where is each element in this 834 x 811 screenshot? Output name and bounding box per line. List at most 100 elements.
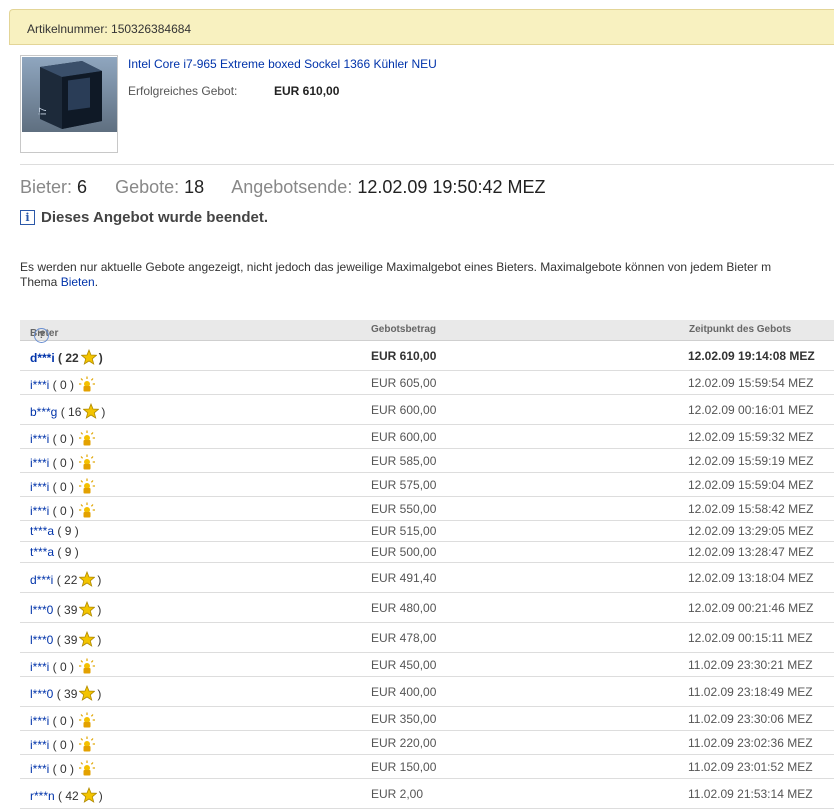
bidder-cell: i***i ( 0 ): [30, 454, 96, 470]
note-line-1: Es werden nur aktuelle Gebote angezeigt,…: [20, 260, 772, 274]
bid-row: i***i ( 0 ) EUR 350,00 11.02.09 23:30:06 M…: [20, 707, 834, 731]
feedback-score: ( 0 ): [49, 504, 75, 518]
star-icon[interactable]: [78, 630, 96, 647]
feedback-close: ): [97, 573, 102, 587]
bid-time: 11.02.09 21:53:14 MEZ: [688, 787, 813, 801]
bid-row: l***0 ( 39) EUR 478,00 12.02.09 00:15:11 M…: [20, 623, 834, 653]
bidder-cell: l***0 ( 39): [30, 630, 101, 647]
feedback-score: ( 39: [53, 603, 78, 617]
item-title-link[interactable]: Intel Core i7-965 Extreme boxed Sockel 1…: [128, 57, 437, 71]
bid-amount: EUR 220,00: [371, 736, 437, 750]
bid-time: 11.02.09 23:30:06 MEZ: [688, 712, 813, 726]
bidder-cell: b***g ( 16): [30, 402, 106, 419]
bid-row: t***a ( 9 ) EUR 515,00 12.02.09 13:29:05 M…: [20, 521, 834, 542]
bidder-name-link[interactable]: r***n: [30, 789, 55, 803]
bidder-name-link[interactable]: b***g: [30, 405, 57, 419]
note-line-2-prefix: Thema: [20, 275, 61, 289]
feedback-score: ( 0 ): [49, 378, 75, 392]
feedback-score: ( 9 ): [54, 545, 79, 559]
bid-amount: EUR 350,00: [371, 712, 437, 726]
bid-row: i***i ( 0 ) EUR 600,00 12.02.09 15:59:32 M…: [20, 425, 834, 449]
bid-history-note: Es werden nur aktuelle Gebote angezeigt,…: [20, 260, 771, 290]
bidding-help-link[interactable]: Bieten: [61, 275, 95, 289]
bidder-cell: i***i ( 0 ): [30, 712, 96, 728]
bidder-name-link[interactable]: l***0: [30, 633, 53, 647]
svg-text:i7: i7: [38, 107, 49, 115]
bidder-name-link[interactable]: l***0: [30, 687, 53, 701]
bidders-label: Bieter:: [20, 177, 73, 197]
feedback-close: ): [101, 405, 106, 419]
divider: [20, 164, 834, 165]
bid-time: 12.02.09 15:59:32 MEZ: [688, 430, 814, 444]
bid-row: i***i ( 0 ) EUR 150,00 11.02.09 23:01:52 M…: [20, 755, 834, 779]
new-member-icon: [78, 658, 96, 674]
bid-row: t***a ( 9 ) EUR 500,00 12.02.09 13:28:47 M…: [20, 542, 834, 563]
bid-row: r***n ( 42) EUR 2,00 11.02.09 21:53:14 MEZ: [20, 779, 834, 809]
bidder-name-link[interactable]: d***i: [30, 351, 55, 365]
feedback-score: ( 0 ): [49, 762, 75, 776]
bidder-name-link[interactable]: i***i: [30, 504, 49, 518]
bidder-name-link[interactable]: t***a: [30, 545, 54, 559]
star-icon[interactable]: [78, 570, 96, 587]
info-icon: i: [20, 210, 35, 225]
end-time: 12.02.09 19:50:42 MEZ: [357, 177, 546, 197]
col-header-time: Zeitpunkt des Gebots: [689, 324, 792, 335]
bidder-name-link[interactable]: i***i: [30, 738, 49, 752]
item-number-bar: Artikelnummer: 150326384684: [9, 9, 834, 45]
bid-amount: EUR 605,00: [371, 376, 437, 390]
bid-time: 12.02.09 15:58:42 MEZ: [688, 502, 814, 516]
new-member-icon: [78, 502, 96, 518]
bid-amount: EUR 550,00: [371, 502, 437, 516]
bid-row: l***0 ( 39) EUR 480,00 12.02.09 00:21:46 M…: [20, 593, 834, 623]
bidder-cell: i***i ( 0 ): [30, 376, 96, 392]
bidder-name-link[interactable]: i***i: [30, 714, 49, 728]
bidder-name-link[interactable]: i***i: [30, 432, 49, 446]
bidder-cell: i***i ( 0 ): [30, 430, 96, 446]
feedback-score: ( 0 ): [49, 738, 75, 752]
bidder-name-link[interactable]: d***i: [30, 573, 53, 587]
bidder-cell: l***0 ( 39): [30, 684, 101, 701]
bid-amount: EUR 585,00: [371, 454, 437, 468]
star-icon[interactable]: [78, 600, 96, 617]
bidder-name-link[interactable]: t***a: [30, 524, 54, 538]
item-thumbnail[interactable]: i7: [20, 55, 118, 153]
bid-time: 12.02.09 13:29:05 MEZ: [688, 524, 814, 538]
bidder-cell: d***i ( 22): [30, 570, 102, 587]
bid-amount: EUR 450,00: [371, 658, 437, 672]
bid-time: 11.02.09 23:30:21 MEZ: [688, 658, 813, 672]
bidder-name-link[interactable]: i***i: [30, 660, 49, 674]
feedback-close: ): [98, 789, 103, 803]
bidder-name-link[interactable]: i***i: [30, 762, 49, 776]
winning-bid-label: Erfolgreiches Gebot:: [128, 84, 238, 98]
col-header-amount: Gebotsbetrag: [371, 324, 437, 335]
bidder-name-link[interactable]: i***i: [30, 378, 49, 392]
bidder-name-link[interactable]: i***i: [30, 456, 49, 470]
feedback-score: ( 0 ): [49, 660, 75, 674]
bidder-cell: i***i ( 0 ): [30, 736, 96, 752]
bidder-cell: i***i ( 0 ): [30, 658, 96, 674]
bid-time: 12.02.09 00:16:01 MEZ: [688, 403, 814, 417]
bidder-cell: r***n ( 42): [30, 786, 103, 803]
bid-row: i***i ( 0 ) EUR 575,00 12.02.09 15:59:04 M…: [20, 473, 834, 497]
bid-row: i***i ( 0 ) EUR 605,00 12.02.09 15:59:54 M…: [20, 371, 834, 395]
bid-amount: EUR 515,00: [371, 524, 437, 538]
bidder-cell: t***a ( 9 ): [30, 524, 79, 538]
bidder-name-link[interactable]: i***i: [30, 480, 49, 494]
star-icon[interactable]: [80, 348, 98, 365]
bid-row: i***i ( 0 ) EUR 220,00 11.02.09 23:02:36 M…: [20, 731, 834, 755]
star-icon[interactable]: [82, 402, 100, 419]
bid-row: i***i ( 0 ) EUR 550,00 12.02.09 15:58:42 M…: [20, 497, 834, 521]
bid-amount: EUR 610,00: [371, 349, 437, 363]
feedback-score: ( 0 ): [49, 714, 75, 728]
bidders-count: 6: [77, 177, 88, 197]
feedback-score: ( 0 ): [49, 456, 75, 470]
bid-time: 12.02.09 13:18:04 MEZ: [688, 571, 814, 585]
bid-amount: EUR 150,00: [371, 760, 437, 774]
feedback-close: ): [98, 351, 103, 365]
feedback-score: ( 39: [53, 633, 78, 647]
feedback-score: ( 0 ): [49, 480, 75, 494]
bids-label: Gebote:: [115, 177, 180, 197]
bidder-name-link[interactable]: l***0: [30, 603, 53, 617]
star-icon[interactable]: [80, 786, 98, 803]
star-icon[interactable]: [78, 684, 96, 701]
